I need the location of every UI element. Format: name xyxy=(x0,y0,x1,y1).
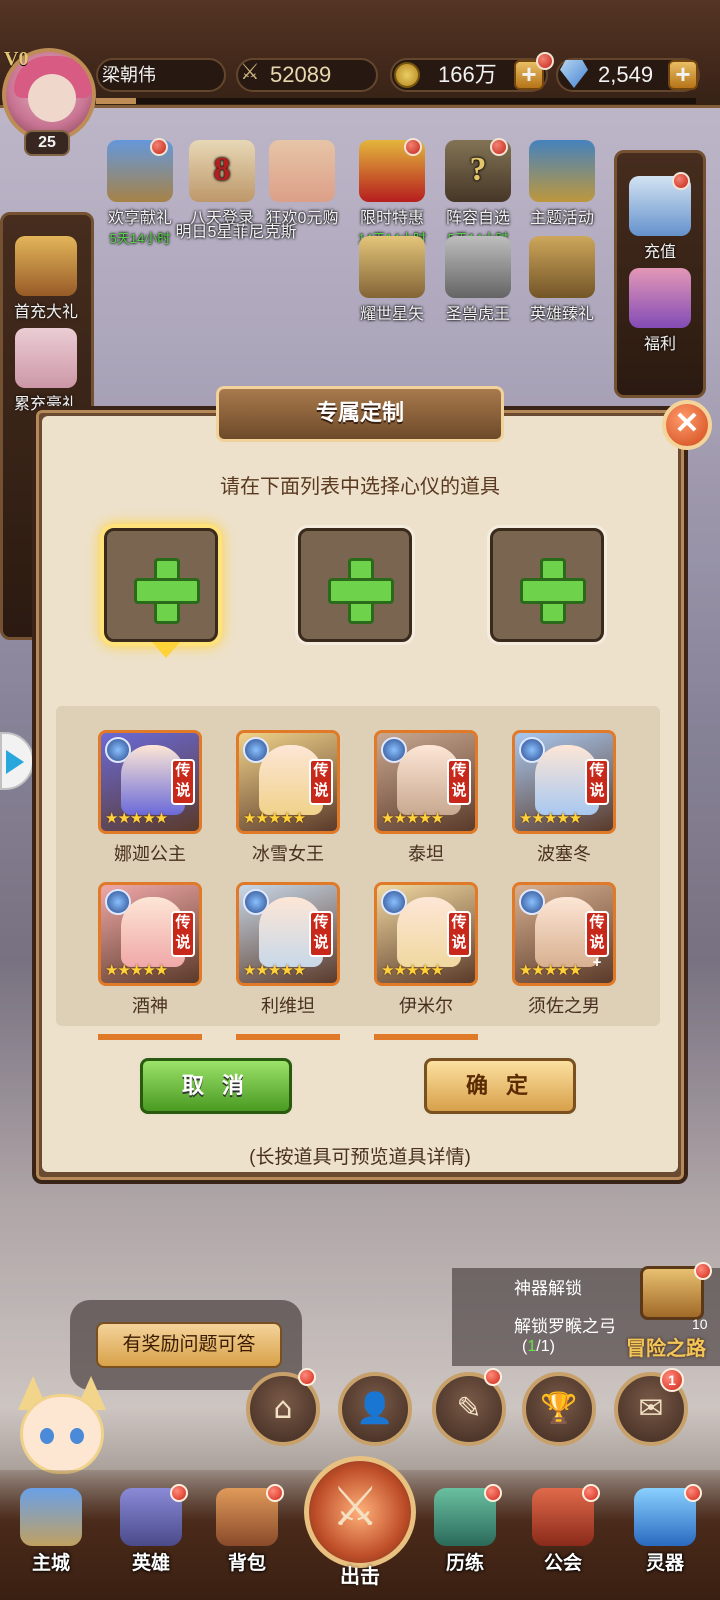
nav-main-city[interactable]: 主城 xyxy=(6,1488,96,1575)
legend-tag: 传说 xyxy=(171,759,195,805)
hero-card: 传说 ★★★★★ xyxy=(374,882,478,986)
dialog-title: 专属定制 xyxy=(216,386,504,442)
cancel-button[interactable]: 取 消 xyxy=(140,1058,292,1114)
nav-label: 英雄 xyxy=(131,1553,170,1574)
legend-tag: 传说 xyxy=(447,911,471,957)
rankings-button[interactable]: 🏆 xyxy=(522,1372,596,1446)
legend-tag: 传说+ xyxy=(585,911,609,971)
hero-list-next-row-edge xyxy=(98,1034,610,1040)
star-rating: ★★★★★ xyxy=(105,809,168,827)
nav-attack-label: 出击 xyxy=(340,1566,380,1588)
selected-slot-pointer xyxy=(152,642,180,658)
plus-icon xyxy=(134,558,200,624)
legend-tag: 传说 xyxy=(171,911,195,957)
dialog-instruction: 请在下面列表中选择心仪的道具 xyxy=(220,476,500,498)
star-rating: ★★★★★ xyxy=(519,809,582,827)
star-rating: ★★★★★ xyxy=(381,961,444,979)
hero-item[interactable]: 传说 ★★★★★ 泰坦 xyxy=(374,730,478,866)
confirm-button[interactable]: 确 定 xyxy=(424,1058,576,1114)
hero-name: 伊米尔 xyxy=(399,996,453,1016)
hero-name: 波塞冬 xyxy=(537,844,591,864)
hero-card: 传说 ★★★★★ xyxy=(98,882,202,986)
trophy-icon: 🏆 xyxy=(540,1391,578,1426)
notification-dot xyxy=(484,1368,502,1386)
legend-tag: 传说 xyxy=(309,911,333,957)
hero-card: 传说 ★★★★★ xyxy=(374,730,478,834)
star-rating: ★★★★★ xyxy=(519,961,582,979)
plus-icon xyxy=(328,558,394,624)
hero-card: 传说 ★★★★★ xyxy=(512,730,616,834)
quest-progress-total: 1 xyxy=(540,1338,550,1355)
notepad-icon: ✎ xyxy=(456,1391,482,1426)
hero-card: 传说 ★★★★★ xyxy=(98,730,202,834)
friends-button[interactable]: 👤 xyxy=(338,1372,412,1446)
hero-card: 传说 ★★★★★ xyxy=(236,882,340,986)
hero-card: 传说 ★★★★★ xyxy=(236,730,340,834)
adventure-road-label[interactable]: 冒险之路 xyxy=(626,1332,706,1361)
hero-item[interactable]: 传说 ★★★★★ 娜迦公主 xyxy=(98,730,202,866)
hero-name: 娜迦公主 xyxy=(114,844,186,864)
star-rating: ★★★★★ xyxy=(381,809,444,827)
quest-progress: (1/1) xyxy=(522,1338,555,1355)
hero-card: 传说+ ★★★★★ xyxy=(512,882,616,986)
mail-badge: 1 xyxy=(660,1368,684,1392)
hero-item[interactable]: 传说 ★★★★★ 酒神 xyxy=(98,882,202,1018)
nav-label: 历练 xyxy=(445,1553,484,1574)
item-slot-3[interactable] xyxy=(490,528,604,642)
envelope-icon: ✉ xyxy=(638,1391,664,1426)
star-rating: ★★★★★ xyxy=(243,961,306,979)
dialog-hint: (长按道具可预览道具详情) xyxy=(249,1147,471,1168)
nav-label: 主城 xyxy=(31,1553,70,1574)
qa-reward-button[interactable]: 有奖励问题可答 xyxy=(96,1322,282,1368)
hero-name: 泰坦 xyxy=(408,844,444,864)
nav-label: 公会 xyxy=(543,1553,582,1574)
item-slot-1[interactable] xyxy=(104,528,218,642)
adventure-level: 10 xyxy=(692,1316,708,1332)
hero-name: 酒神 xyxy=(132,996,168,1016)
nav-attack-button[interactable]: ⚔ xyxy=(304,1456,416,1568)
plus-icon xyxy=(520,558,586,624)
quest-progress-current: 1 xyxy=(527,1338,537,1355)
notification-dot xyxy=(684,1484,702,1502)
hero-item[interactable]: 传说 ★★★★★ 伊米尔 xyxy=(374,882,478,1018)
legend-tag: 传说 xyxy=(585,759,609,805)
notification-dot xyxy=(582,1484,600,1502)
nav-label: 灵器 xyxy=(645,1553,684,1574)
hero-item[interactable]: 传说 ★★★★★ 波塞冬 xyxy=(512,730,616,866)
notification-dot xyxy=(298,1368,316,1386)
castle-icon xyxy=(20,1488,82,1546)
quest-title: 神器解锁 xyxy=(514,1279,582,1298)
hero-name: 冰雪女王 xyxy=(252,844,324,864)
notification-dot xyxy=(484,1484,502,1502)
notification-dot xyxy=(266,1484,284,1502)
house-icon: ⌂ xyxy=(273,1391,293,1426)
legend-tag: 传说 xyxy=(447,759,471,805)
notification-dot xyxy=(170,1484,188,1502)
hero-name: 利维坦 xyxy=(261,996,315,1016)
nav-label: 背包 xyxy=(227,1553,266,1574)
close-icon: ✕ xyxy=(674,407,700,440)
legend-tag: 传说 xyxy=(309,759,333,805)
star-rating: ★★★★★ xyxy=(105,961,168,979)
crossed-swords-icon: ⚔ xyxy=(331,1475,380,1538)
hero-item[interactable]: 传说 ★★★★★ 冰雪女王 xyxy=(236,730,340,866)
close-button[interactable]: ✕ xyxy=(662,400,712,450)
notification-dot xyxy=(694,1262,712,1280)
item-slot-2[interactable] xyxy=(298,528,412,642)
hero-name: 须佐之男 xyxy=(528,996,600,1016)
star-rating: ★★★★★ xyxy=(243,809,306,827)
person-icon: 👤 xyxy=(356,1391,394,1426)
hero-item[interactable]: 传说+ ★★★★★ 须佐之男 xyxy=(512,882,616,1018)
quest-description: 解锁罗睺之弓 xyxy=(514,1317,616,1336)
hero-item[interactable]: 传说 ★★★★★ 利维坦 xyxy=(236,882,340,1018)
